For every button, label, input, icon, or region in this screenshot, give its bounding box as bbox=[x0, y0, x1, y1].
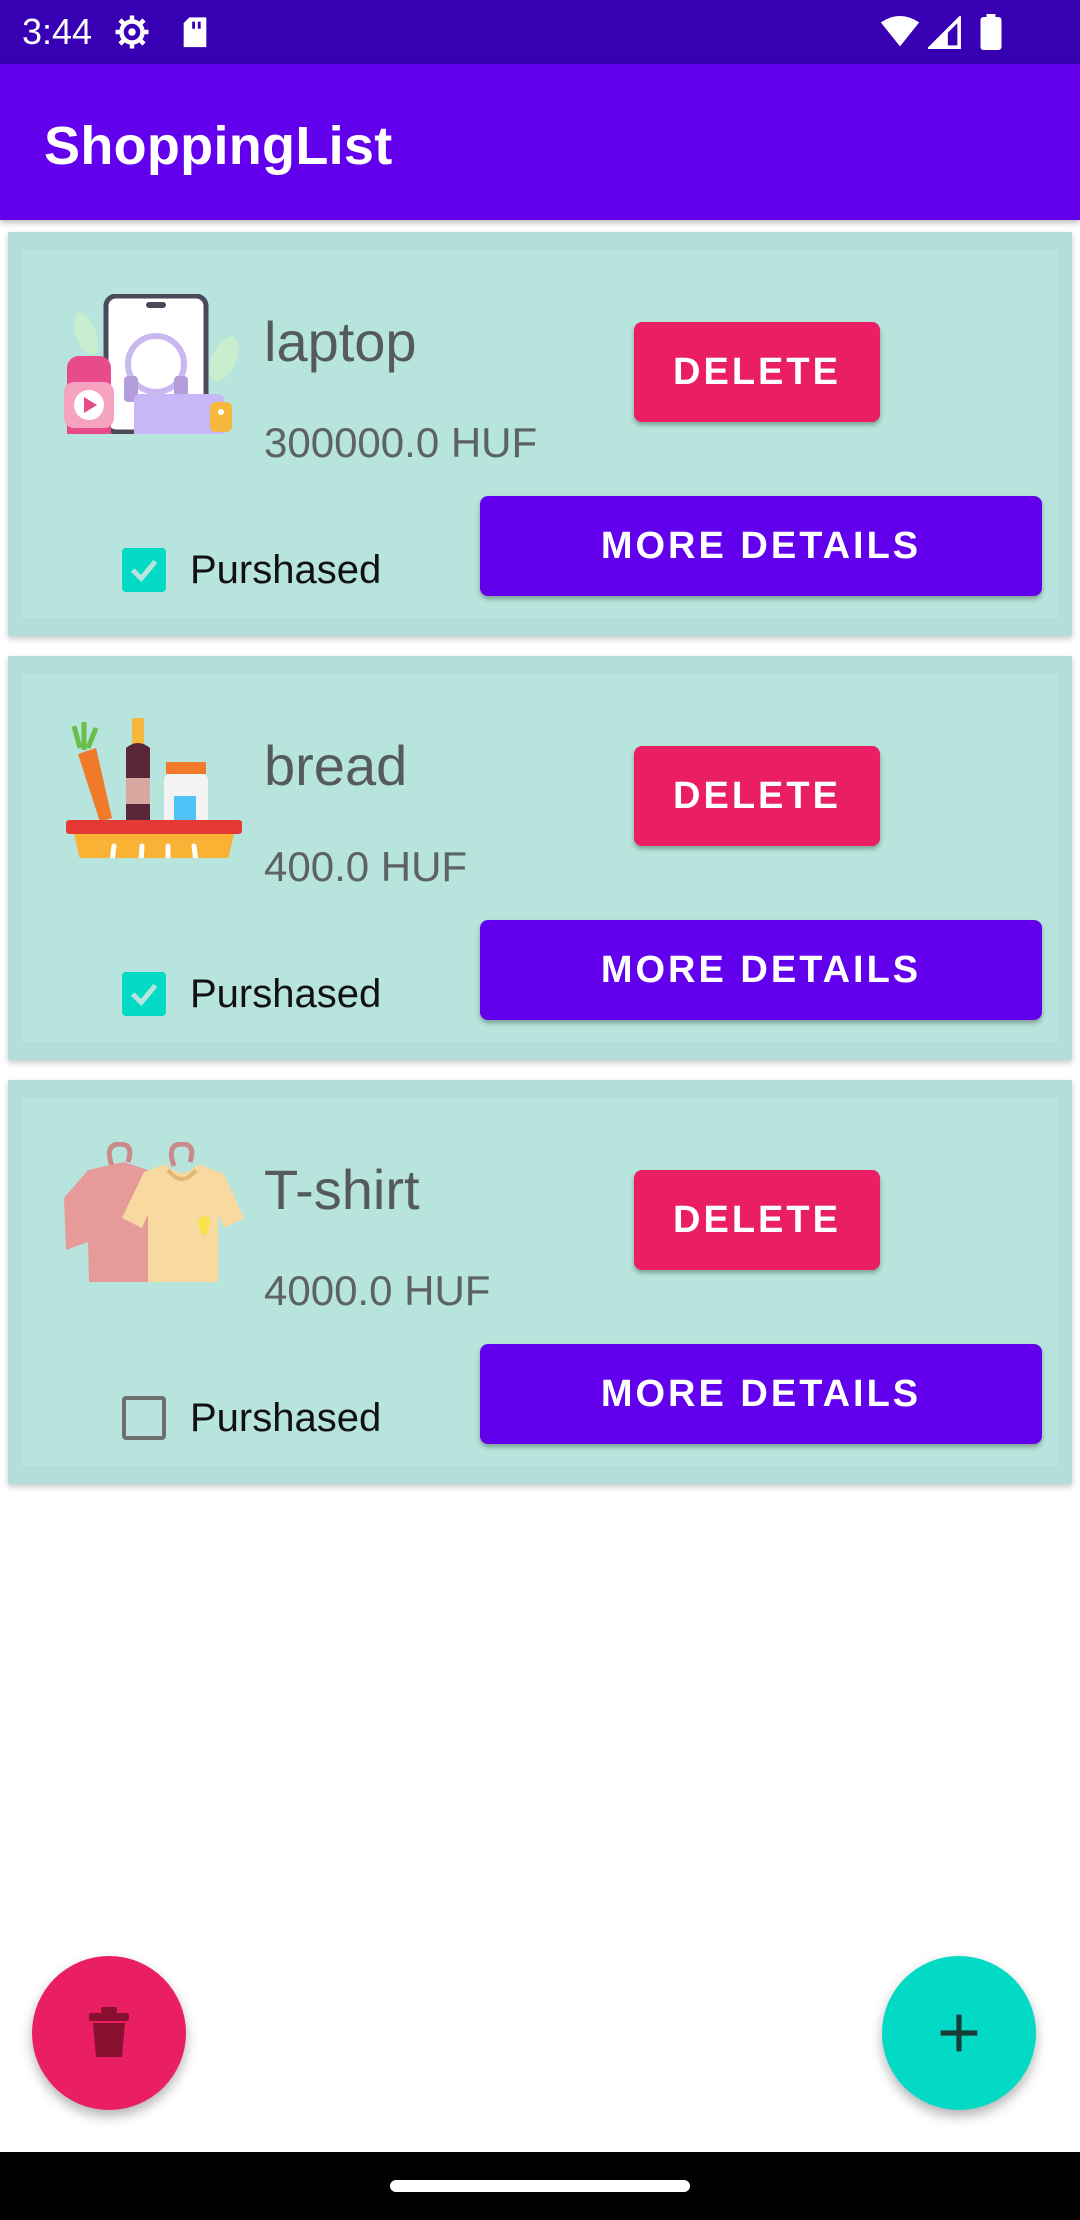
signal-icon bbox=[928, 16, 961, 49]
item-name: laptop bbox=[264, 310, 417, 373]
item-card-content: bread 400.0 HUF DELETE MORE DETAILS Purs… bbox=[22, 674, 1058, 1042]
item-name: bread bbox=[264, 734, 408, 797]
clothes-icon bbox=[64, 1142, 244, 1282]
purchased-label: Purshased bbox=[190, 971, 382, 1016]
checkmark-icon bbox=[130, 983, 158, 1007]
checkmark-icon bbox=[130, 559, 158, 583]
sd-card-icon bbox=[183, 17, 207, 48]
delete-button[interactable]: DELETE bbox=[634, 746, 880, 846]
item-card: laptop 300000.0 HUF DELETE MORE DETAILS … bbox=[8, 232, 1072, 636]
more-details-button[interactable]: MORE DETAILS bbox=[480, 1344, 1042, 1444]
navigation-bar bbox=[0, 2152, 1080, 2220]
add-item-button[interactable] bbox=[882, 1956, 1036, 2110]
purchased-checkbox[interactable] bbox=[122, 1396, 166, 1440]
item-price: 4000.0 HUF bbox=[264, 1267, 491, 1314]
electronics-icon bbox=[64, 294, 239, 434]
delete-button[interactable]: DELETE bbox=[634, 322, 880, 422]
plus-icon bbox=[940, 2014, 978, 2052]
grocery-basket-icon bbox=[66, 718, 242, 858]
wifi-icon bbox=[880, 16, 920, 47]
purchased-checkbox-row[interactable]: Purshased bbox=[122, 1388, 381, 1448]
trash-icon bbox=[89, 2007, 129, 2057]
purchased-checkbox-row[interactable]: Purshased bbox=[122, 540, 381, 600]
purchased-checkbox[interactable] bbox=[122, 548, 166, 592]
purchased-checkbox[interactable] bbox=[122, 972, 166, 1016]
delete-all-button[interactable] bbox=[32, 1956, 186, 2110]
item-card: bread 400.0 HUF DELETE MORE DETAILS Purs… bbox=[8, 656, 1072, 1060]
item-name: T-shirt bbox=[264, 1158, 420, 1221]
app-bar: ShoppingList bbox=[0, 64, 1080, 220]
delete-button[interactable]: DELETE bbox=[634, 1170, 880, 1270]
more-details-button[interactable]: MORE DETAILS bbox=[480, 496, 1042, 596]
status-bar: 3:44 bbox=[0, 0, 1080, 64]
app-title: ShoppingList bbox=[44, 116, 393, 176]
more-details-button[interactable]: MORE DETAILS bbox=[480, 920, 1042, 1020]
purchased-checkbox-row[interactable]: Purshased bbox=[122, 964, 381, 1024]
item-card-content: laptop 300000.0 HUF DELETE MORE DETAILS … bbox=[22, 250, 1058, 618]
item-price: 300000.0 HUF bbox=[264, 419, 538, 466]
status-time: 3:44 bbox=[22, 11, 93, 52]
purchased-label: Purshased bbox=[190, 547, 382, 592]
item-price: 400.0 HUF bbox=[264, 843, 468, 890]
gear-icon bbox=[115, 15, 149, 49]
battery-icon bbox=[980, 14, 1002, 50]
home-gesture-handle[interactable] bbox=[390, 2180, 690, 2192]
item-card: T-shirt 4000.0 HUF DELETE MORE DETAILS P… bbox=[8, 1080, 1072, 1484]
item-card-content: T-shirt 4000.0 HUF DELETE MORE DETAILS P… bbox=[22, 1098, 1058, 1466]
purchased-label: Purshased bbox=[190, 1395, 382, 1440]
